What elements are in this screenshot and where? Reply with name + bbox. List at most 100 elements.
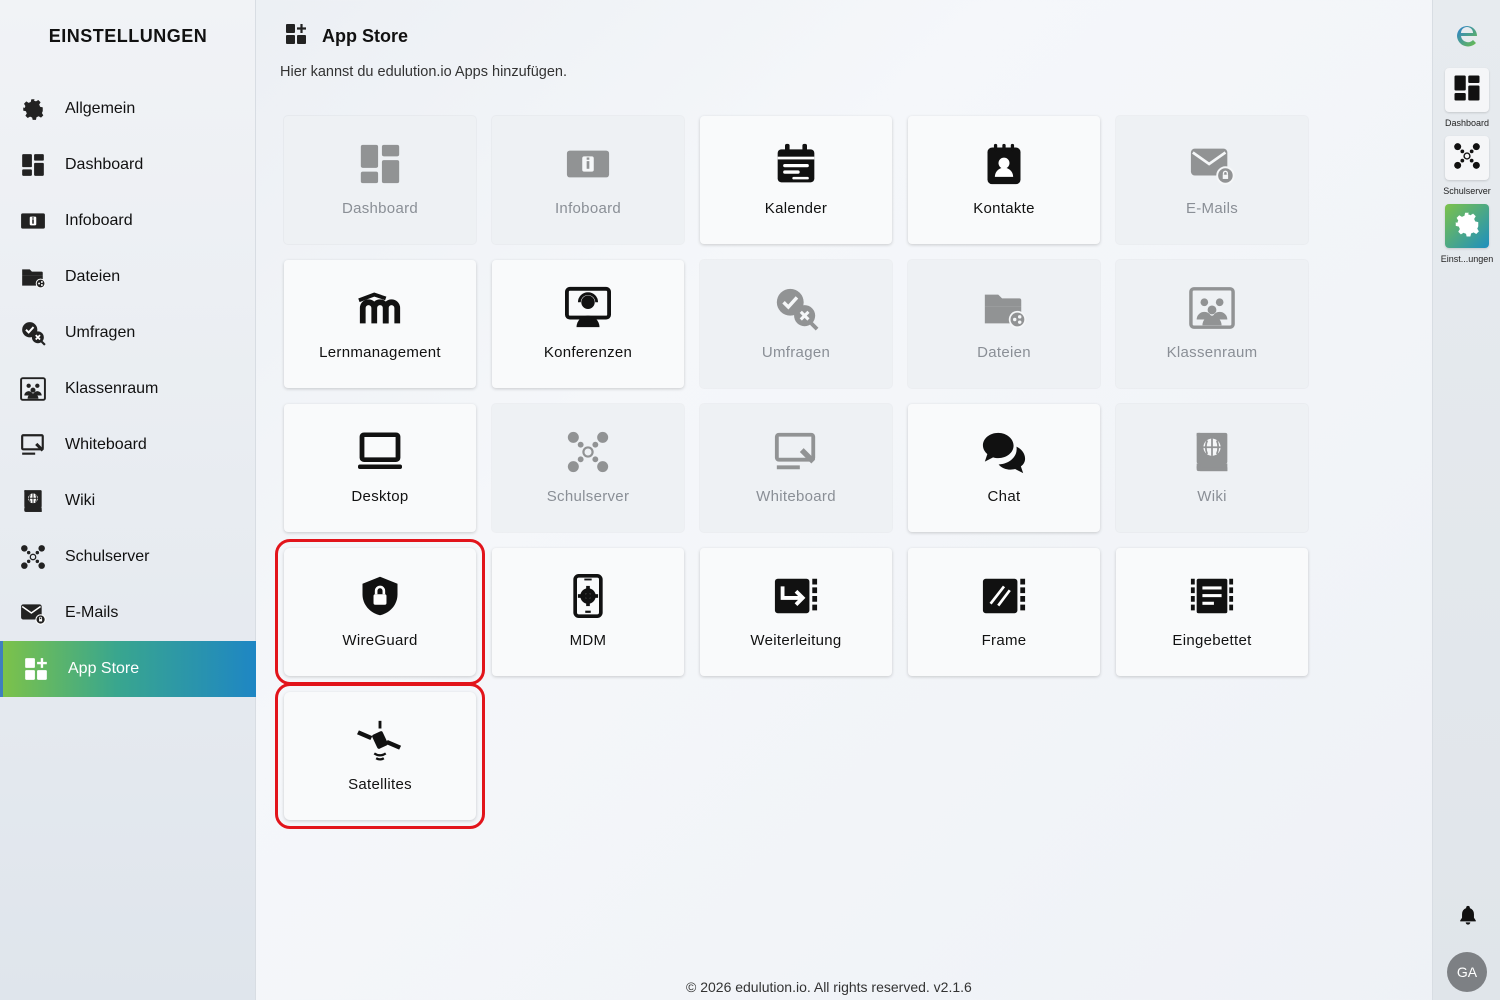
sidebar-item-whiteboard[interactable]: Whiteboard — [0, 417, 256, 473]
app-tile-wireguard[interactable]: WireGuard — [275, 539, 485, 685]
mail-icon — [1188, 140, 1236, 188]
mail-icon — [20, 600, 46, 626]
page-subtitle: Hier kannst du edulution.io Apps hinzufü… — [280, 64, 567, 80]
sidebar-item-label: Dateien — [65, 268, 121, 285]
sidebar-item-umfragen[interactable]: Umfragen — [0, 305, 256, 361]
conference-icon — [564, 284, 612, 332]
sidebar-item-schulserver[interactable]: Schulserver — [0, 529, 256, 585]
footer-copyright: © 2026 edulution.io. All rights reserved… — [686, 979, 972, 995]
app-tile-lernmanagement[interactable]: Lernmanagement — [284, 260, 476, 388]
rail-item-schulserver[interactable] — [1445, 136, 1489, 180]
app-tile-infoboard[interactable]: Infoboard — [492, 116, 684, 244]
rail-item-dashboard[interactable] — [1445, 68, 1489, 112]
app-tile-desktop[interactable]: Desktop — [284, 404, 476, 532]
sidebar-item-allgemein[interactable]: Allgemein — [0, 81, 256, 137]
wiki-icon — [20, 488, 46, 514]
app-tile-kontakte[interactable]: Kontakte — [908, 116, 1100, 244]
app-tile-label: Konferenzen — [543, 344, 633, 361]
app-tile-eingebettet[interactable]: Eingebettet — [1116, 548, 1308, 676]
app-tile-label: Umfragen — [761, 344, 831, 361]
edulution-logo-icon[interactable] — [1451, 18, 1483, 54]
app-tile-konferenzen[interactable]: Konferenzen — [492, 260, 684, 388]
laptop-icon — [356, 428, 404, 476]
classroom-icon — [1188, 284, 1236, 332]
app-tile-label: WireGuard — [342, 632, 418, 649]
app-tile-dateien[interactable]: Dateien — [908, 260, 1100, 388]
app-tile-label: Weiterleitung — [750, 632, 842, 649]
sidebar-item-label: E-Mails — [65, 604, 119, 621]
sidebar-item-label: Klassenraum — [65, 380, 159, 397]
rail-item-label: Einst...ungen — [1440, 254, 1494, 264]
shield-lock-icon — [356, 572, 404, 620]
sidebar-item-label: Whiteboard — [65, 436, 147, 453]
app-tile-label: MDM — [569, 632, 607, 649]
sidebar-item-label: App Store — [68, 660, 140, 677]
app-tile-satellites[interactable]: Satellites — [275, 683, 485, 829]
sidebar-title: EINSTELLUNGEN — [48, 26, 208, 46]
whiteboard-icon — [20, 432, 46, 458]
sidebar-item-klassenraum[interactable]: Klassenraum — [0, 361, 256, 417]
sidebar-item-label: Wiki — [65, 492, 96, 509]
infoboard-icon — [564, 140, 612, 188]
gear-icon — [1452, 209, 1482, 244]
network-icon — [1453, 142, 1481, 175]
embedded-icon — [1188, 572, 1236, 620]
app-tile-label: Klassenraum — [1166, 344, 1258, 361]
app-store-icon — [23, 656, 49, 682]
folder-share-icon — [20, 264, 46, 290]
sidebar-item-wiki[interactable]: Wiki — [0, 473, 256, 529]
app-tile-umfragen[interactable]: Umfragen — [700, 260, 892, 388]
whiteboard-icon — [772, 428, 820, 476]
app-tile-kalender[interactable]: Kalender — [700, 116, 892, 244]
bell-icon[interactable] — [1457, 904, 1479, 926]
app-tile-label: Desktop — [351, 488, 409, 505]
sidebar-item-dateien[interactable]: Dateien — [0, 249, 256, 305]
app-tile-label: Chat — [987, 488, 1021, 505]
app-tile-label: E-Mails — [1185, 200, 1239, 217]
wiki-icon — [1188, 428, 1236, 476]
satellite-icon — [356, 716, 404, 764]
app-tile-whiteboard[interactable]: Whiteboard — [700, 404, 892, 532]
app-tile-label: Wiki — [1197, 488, 1227, 505]
app-tile-schulserver[interactable]: Schulserver — [492, 404, 684, 532]
app-tile-label: Dashboard — [341, 200, 419, 217]
settings-sidebar: EINSTELLUNGEN Allgemein Dashboard Infobo… — [0, 0, 256, 1000]
calendar-icon — [772, 140, 820, 188]
app-tile-dashboard[interactable]: Dashboard — [284, 116, 476, 244]
folder-share-icon — [980, 284, 1028, 332]
app-tile-label: Schulserver — [546, 488, 630, 505]
page-header: App Store — [284, 22, 408, 51]
app-tile-frame[interactable]: Frame — [908, 548, 1100, 676]
survey-icon — [772, 284, 820, 332]
sidebar-item-e-mails[interactable]: E-Mails — [0, 585, 256, 641]
app-tile-label: Satellites — [348, 776, 412, 793]
app-tile-label: Kontakte — [973, 200, 1035, 217]
app-store-icon — [284, 22, 308, 51]
avatar[interactable]: GA — [1447, 952, 1487, 992]
app-tile-label: Infoboard — [554, 200, 622, 217]
sidebar-item-label: Infoboard — [65, 212, 133, 229]
sidebar-item-label: Dashboard — [65, 156, 144, 173]
app-tile-weiterleitung[interactable]: Weiterleitung — [700, 548, 892, 676]
mobile-gear-icon — [564, 572, 612, 620]
moodle-icon — [356, 284, 404, 332]
app-store-main: App Store Hier kannst du edulution.io Ap… — [256, 0, 1432, 1000]
rail-item-label: Schulserver — [1443, 186, 1491, 196]
sidebar-item-dashboard[interactable]: Dashboard — [0, 137, 256, 193]
app-tile-label: Dateien — [977, 344, 1031, 361]
app-tile-mdm[interactable]: MDM — [492, 548, 684, 676]
rail-item-einstellungen[interactable] — [1445, 204, 1489, 248]
sidebar-item-app-store[interactable]: App Store — [0, 641, 256, 697]
sidebar-item-infoboard[interactable]: Infoboard — [0, 193, 256, 249]
gear-icon — [20, 96, 46, 122]
classroom-icon — [20, 376, 46, 402]
app-tile-e-mails[interactable]: E-Mails — [1116, 116, 1308, 244]
app-tile-chat[interactable]: Chat — [908, 404, 1100, 532]
page-title: App Store — [322, 26, 409, 46]
dashboard-icon — [1452, 73, 1482, 108]
app-tile-wiki[interactable]: Wiki — [1116, 404, 1308, 532]
network-icon — [20, 544, 46, 570]
app-tile-label: Lernmanagement — [319, 344, 441, 361]
app-tile-klassenraum[interactable]: Klassenraum — [1116, 260, 1308, 388]
chat-icon — [980, 428, 1028, 476]
